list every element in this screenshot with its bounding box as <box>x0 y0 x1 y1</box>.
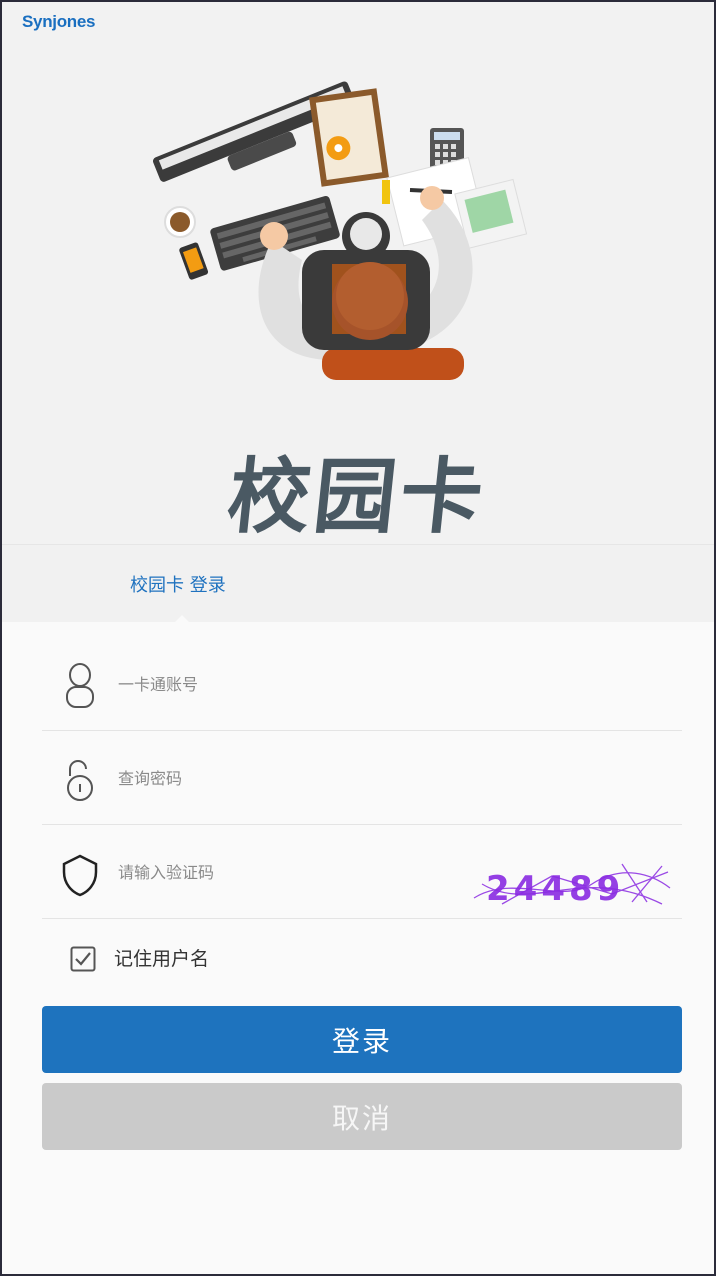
remember-label: 记住用户名 <box>114 948 210 970</box>
captcha-field: 24489 <box>42 826 682 919</box>
lock-icon <box>67 760 93 801</box>
password-field <box>42 732 682 825</box>
cancel-button[interactable]: 取消 <box>42 1083 682 1150</box>
shield-icon <box>62 854 98 897</box>
account-input[interactable] <box>116 666 450 702</box>
brand-logo: Synjones <box>22 12 96 31</box>
login-tab-strip: 校园卡 登录 <box>2 544 714 623</box>
login-tab[interactable]: 校园卡 登录 <box>130 571 226 597</box>
captcha-text: 24489 <box>486 869 624 909</box>
login-button[interactable]: 登录 <box>42 1006 682 1073</box>
captcha-image[interactable]: 24489 <box>472 854 672 914</box>
password-input[interactable] <box>116 760 450 796</box>
account-field <box>42 638 682 731</box>
user-icon <box>66 663 94 708</box>
desk-illustration <box>152 81 528 380</box>
captcha-input[interactable] <box>116 854 450 890</box>
checkbox-checked-icon[interactable] <box>70 946 96 972</box>
app-screen: Synjones 校园卡 校园卡 登录 一卡通账号 请输入验证码 24489 记… <box>0 0 716 1276</box>
header-area: Synjones 校园卡 校园卡 登录 <box>2 2 714 623</box>
login-form: 24489 记住用户名 登录 取消 <box>2 622 714 1274</box>
app-title: 校园卡 <box>223 449 492 545</box>
